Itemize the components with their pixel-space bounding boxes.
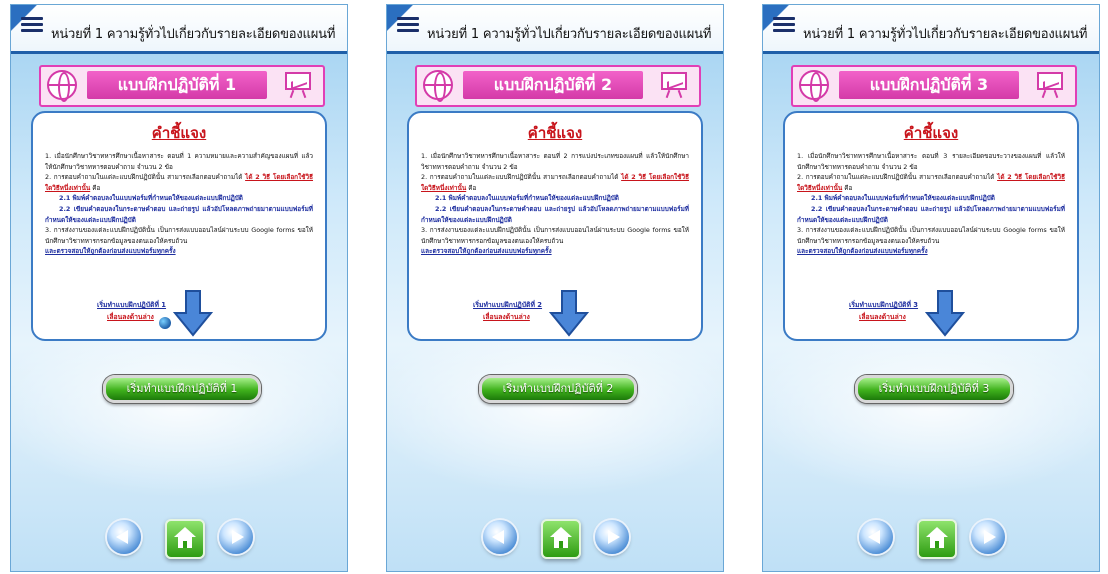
presentation-board-icon: [1033, 70, 1067, 99]
instructions-body: 1. เมื่อนักศึกษาวิชาทหารศึกษาเนื้อหาสาระ…: [797, 151, 1065, 257]
previous-button[interactable]: [859, 520, 893, 554]
hamburger-icon[interactable]: [21, 17, 43, 32]
instruction-item-2-1: 2.1 พิมพ์คำตอบลงในแบบฟอร์มที่กำหนดให้ของ…: [59, 194, 243, 203]
start-exercise-link[interactable]: เริ่มทำแบบฝึกปฏิบัติที่ 2: [473, 299, 542, 310]
down-arrow-icon: [549, 290, 589, 337]
exercise-banner: แบบฝึกปฏิบัติที่ 3: [791, 65, 1077, 107]
exercise-title: แบบฝึกปฏิบัติที่ 3: [839, 71, 1019, 99]
start-exercise-link[interactable]: เริ่มทำแบบฝึกปฏิบัติที่ 1: [97, 299, 166, 310]
instruction-item-2-2: 2.2 เขียนคำตอบลงในกระดาษคำตอบ และถ่ายรูป…: [421, 204, 689, 224]
start-exercise-button[interactable]: เริ่มทำแบบฝึกปฏิบัติที่ 2: [479, 375, 637, 403]
next-icon: [984, 530, 996, 544]
instruction-para-3: 3. การส่งงานของแต่ละแบบฝึกปฏิบัตินั้น เป…: [797, 226, 1065, 245]
next-button[interactable]: [219, 520, 253, 554]
scroll-down-hint: เลื่อนลงด้านล่าง: [107, 313, 154, 321]
scroll-down-hint: เลื่อนลงด้านล่าง: [859, 313, 906, 321]
next-icon: [608, 530, 620, 544]
top-bar: หน่วยที่ 1 ความรู้ทั่วไปเกี่ยวกับรายละเอ…: [11, 5, 347, 54]
presentation-board-icon: [281, 70, 315, 99]
instruction-item-2-2: 2.2 เขียนคำตอบลงในกระดาษคำตอบ และถ่ายรูป…: [797, 204, 1065, 224]
previous-button[interactable]: [483, 520, 517, 554]
instruction-para-1: 1. เมื่อนักศึกษาวิชาทหารศึกษาเนื้อหาสาระ…: [797, 152, 1065, 171]
bottom-nav: [483, 517, 633, 559]
start-exercise-button[interactable]: เริ่มทำแบบฝึกปฏิบัติที่ 3: [855, 375, 1013, 403]
bottom-nav: [859, 517, 1009, 559]
instruction-para-2-end: คือ: [468, 183, 477, 192]
down-arrow-icon: [173, 290, 213, 337]
presentation-board-icon: [657, 70, 691, 99]
top-bar: หน่วยที่ 1 ความรู้ทั่วไปเกี่ยวกับรายละเอ…: [763, 5, 1099, 54]
instructions-card: คำชี้แจง 1. เมื่อนักศึกษาวิชาทหารศึกษาเน…: [31, 111, 327, 341]
exercise-screen-3: หน่วยที่ 1 ความรู้ทั่วไปเกี่ยวกับรายละเอ…: [762, 4, 1100, 572]
unit-title: หน่วยที่ 1 ความรู้ทั่วไปเกี่ยวกับรายละเอ…: [803, 27, 1088, 42]
unit-title: หน่วยที่ 1 ความรู้ทั่วไปเกี่ยวกับรายละเอ…: [427, 27, 712, 42]
down-arrow-icon: [925, 290, 965, 337]
instructions-body: 1. เมื่อนักศึกษาวิชาทหารศึกษาเนื้อหาสาระ…: [421, 151, 689, 257]
globe-icon: [799, 70, 829, 102]
start-exercise-button[interactable]: เริ่มทำแบบฝึกปฏิบัติที่ 1: [103, 375, 261, 403]
instructions-heading: คำชี้แจง: [151, 124, 207, 142]
instruction-item-2-2: 2.2 เขียนคำตอบลงในกระดาษคำตอบ และถ่ายรูป…: [45, 204, 313, 224]
instruction-para-2-text: 2. การตอบคำถามในแต่ละแบบฝึกปฏิบัตินั้น ส…: [797, 173, 995, 182]
instruction-item-2-1: 2.1 พิมพ์คำตอบลงในแบบฟอร์มที่กำหนดให้ของ…: [435, 194, 619, 203]
instruction-para-1: 1. เมื่อนักศึกษาวิชาทหารศึกษาเนื้อหาสาระ…: [45, 152, 313, 171]
instructions-body: 1. เมื่อนักศึกษาวิชาทหารศึกษาเนื้อหาสาระ…: [45, 151, 313, 257]
instruction-para-2-end: คือ: [92, 183, 101, 192]
instructions-heading: คำชี้แจง: [903, 124, 959, 142]
previous-icon: [116, 530, 128, 544]
instruction-para-3-tail: และตรวจสอบให้ถูกต้องก่อนส่งแบบฟอร์มทุกคร…: [797, 247, 928, 256]
instruction-para-3: 3. การส่งงานของแต่ละแบบฝึกปฏิบัตินั้น เป…: [45, 226, 313, 245]
previous-icon: [868, 530, 880, 544]
bottom-nav: [107, 517, 257, 559]
instruction-para-3: 3. การส่งงานของแต่ละแบบฝึกปฏิบัตินั้น เป…: [421, 226, 689, 245]
exercise-screen-1: หน่วยที่ 1 ความรู้ทั่วไปเกี่ยวกับรายละเอ…: [10, 4, 348, 572]
next-icon: [232, 530, 244, 544]
instruction-para-2-text: 2. การตอบคำถามในแต่ละแบบฝึกปฏิบัตินั้น ส…: [421, 173, 619, 182]
home-button[interactable]: [917, 519, 957, 559]
exercise-banner: แบบฝึกปฏิบัติที่ 1: [39, 65, 325, 107]
previous-icon: [492, 530, 504, 544]
instructions-heading: คำชี้แจง: [527, 124, 583, 142]
instruction-para-3-tail: และตรวจสอบให้ถูกต้องก่อนส่งแบบฟอร์มทุกคร…: [421, 247, 552, 256]
instruction-para-2: 2. การตอบคำถามในแต่ละแบบฝึกปฏิบัตินั้น ส…: [45, 172, 313, 193]
instruction-para-1: 1. เมื่อนักศึกษาวิชาทหารศึกษาเนื้อหาสาระ…: [421, 152, 689, 171]
instruction-para-2: 2. การตอบคำถามในแต่ละแบบฝึกปฏิบัตินั้น ส…: [797, 172, 1065, 193]
unit-title: หน่วยที่ 1 ความรู้ทั่วไปเกี่ยวกับรายละเอ…: [51, 27, 336, 42]
exercise-screen-2: หน่วยที่ 1 ความรู้ทั่วไปเกี่ยวกับรายละเอ…: [386, 4, 724, 572]
hamburger-icon[interactable]: [397, 17, 419, 32]
home-button[interactable]: [541, 519, 581, 559]
hamburger-icon[interactable]: [773, 17, 795, 32]
start-exercise-link[interactable]: เริ่มทำแบบฝึกปฏิบัติที่ 3: [849, 299, 918, 310]
instructions-card: คำชี้แจง 1. เมื่อนักศึกษาวิชาทหารศึกษาเน…: [407, 111, 703, 341]
exercise-title: แบบฝึกปฏิบัติที่ 1: [87, 71, 267, 99]
globe-icon: [423, 70, 453, 102]
instruction-item-2-1: 2.1 พิมพ์คำตอบลงในแบบฟอร์มที่กำหนดให้ของ…: [811, 194, 995, 203]
instructions-card: คำชี้แจง 1. เมื่อนักศึกษาวิชาทหารศึกษาเน…: [783, 111, 1079, 341]
home-button[interactable]: [165, 519, 205, 559]
small-globe-icon: [159, 317, 171, 329]
instruction-para-3-tail: และตรวจสอบให้ถูกต้องก่อนส่งแบบฟอร์มทุกคร…: [45, 247, 176, 256]
exercise-title: แบบฝึกปฏิบัติที่ 2: [463, 71, 643, 99]
instruction-para-2-text: 2. การตอบคำถามในแต่ละแบบฝึกปฏิบัตินั้น ส…: [45, 173, 243, 182]
next-button[interactable]: [595, 520, 629, 554]
instruction-para-2: 2. การตอบคำถามในแต่ละแบบฝึกปฏิบัตินั้น ส…: [421, 172, 689, 193]
next-button[interactable]: [971, 520, 1005, 554]
top-bar: หน่วยที่ 1 ความรู้ทั่วไปเกี่ยวกับรายละเอ…: [387, 5, 723, 54]
scroll-down-hint: เลื่อนลงด้านล่าง: [483, 313, 530, 321]
globe-icon: [47, 70, 77, 102]
exercise-banner: แบบฝึกปฏิบัติที่ 2: [415, 65, 701, 107]
previous-button[interactable]: [107, 520, 141, 554]
instruction-para-2-end: คือ: [844, 183, 853, 192]
